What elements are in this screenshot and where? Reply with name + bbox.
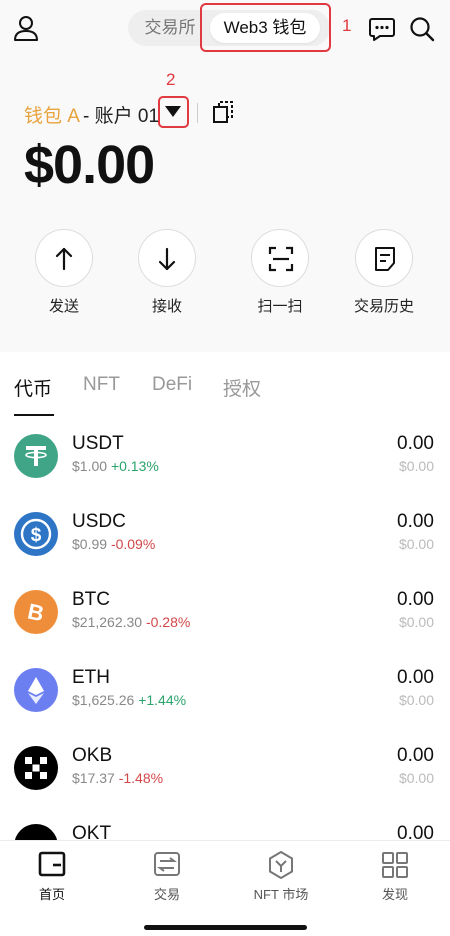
token-symbol[interactable]: OKB [72, 745, 112, 767]
svg-text:B: B [26, 599, 47, 627]
history-button[interactable] [355, 229, 413, 287]
wallet-icon [38, 851, 66, 877]
okb-logo-icon [14, 746, 58, 790]
token-usd-value: $0.00 [398, 692, 434, 708]
token-price-row: $21,262.30 -0.28% [72, 614, 190, 630]
home-indicator [144, 925, 307, 930]
bottom-nav: 首页 交易 NFT 市场 发现 [0, 840, 450, 936]
token-change: +0.13% [110, 458, 159, 474]
send-label: 发送 [48, 298, 79, 315]
usdc-logo-icon: $ [14, 512, 58, 556]
token-balance: 0.00 [397, 433, 434, 454]
nav-nft-label: NFT 市场 [253, 887, 309, 902]
token-price: $17.37 [72, 770, 115, 786]
history-icon [375, 247, 395, 271]
tab-defi[interactable]: DeFi [152, 374, 192, 396]
annotation-number-2: 2 [166, 70, 176, 89]
nav-home[interactable]: 首页 [7, 851, 97, 903]
history-label: 交易历史 [353, 298, 414, 315]
arrow-up-icon [55, 247, 73, 271]
token-price-row: $1,625.26 +1.44% [72, 692, 186, 708]
nav-discover[interactable]: 发现 [350, 851, 440, 903]
nav-trade[interactable]: 交易 [122, 851, 212, 903]
token-price: $0.99 [72, 536, 108, 552]
user-icon[interactable] [12, 14, 40, 42]
total-balance: $0.00 [24, 135, 155, 195]
svg-text:$: $ [31, 525, 42, 546]
token-balance: 0.00 [397, 667, 434, 688]
token-price: $21,262.30 [72, 614, 143, 630]
arrow-down-icon [158, 247, 176, 271]
nav-trade-label: 交易 [153, 887, 180, 902]
tab-exchange[interactable]: 交易所 [138, 10, 202, 46]
nav-discover-label: 发现 [381, 887, 408, 902]
nft-icon [269, 850, 293, 880]
token-symbol[interactable]: USDC [72, 511, 126, 533]
tab-nft[interactable]: NFT [83, 374, 120, 396]
trade-icon [154, 852, 180, 876]
grid-icon [382, 852, 408, 878]
token-price-row: $17.37 -1.48% [72, 770, 163, 786]
token-balance: 0.00 [397, 745, 434, 766]
chat-icon[interactable] [368, 15, 396, 43]
send-button[interactable] [35, 229, 93, 287]
search-icon[interactable] [408, 15, 436, 43]
dropdown-caret-icon[interactable] [165, 106, 181, 117]
btc-logo-icon: B [14, 590, 58, 634]
usdt-logo-icon [14, 434, 58, 478]
nav-home-label: 首页 [38, 887, 65, 902]
annotation-number-1: 1 [342, 16, 352, 35]
token-change: +1.44% [138, 692, 187, 708]
token-price: $1,625.26 [72, 692, 135, 708]
token-symbol[interactable]: BTC [72, 589, 110, 611]
token-symbol[interactable]: ETH [72, 667, 110, 689]
token-price-row: $0.99 -0.09% [72, 536, 155, 552]
token-price-row: $1.00 +0.13% [72, 458, 159, 474]
tab-approvals[interactable]: 授权 [223, 374, 261, 401]
receive-label: 接收 [151, 298, 182, 315]
token-usd-value: $0.00 [398, 458, 434, 474]
wallet-name[interactable]: 钱包 A [24, 101, 80, 128]
token-price: $1.00 [72, 458, 108, 474]
account-name[interactable]: - 账户 01 [83, 101, 159, 128]
token-usd-value: $0.00 [398, 536, 434, 552]
token-change: -0.28% [145, 614, 191, 630]
scan-label: 扫一扫 [257, 298, 303, 315]
nav-nft-market[interactable]: NFT 市场 [236, 850, 326, 903]
eth-logo-icon [14, 668, 58, 712]
token-usd-value: $0.00 [398, 770, 434, 786]
divider [197, 103, 198, 123]
token-change: -1.48% [118, 770, 164, 786]
scan-icon [268, 246, 294, 272]
token-change: -0.09% [110, 536, 156, 552]
token-balance: 0.00 [397, 511, 434, 532]
tab-tokens[interactable]: 代币 [14, 374, 52, 401]
token-symbol[interactable]: USDT [72, 433, 124, 455]
active-tab-indicator [14, 414, 54, 416]
token-usd-value: $0.00 [398, 614, 434, 630]
token-balance: 0.00 [397, 589, 434, 610]
copy-address-icon[interactable] [212, 100, 234, 124]
receive-button[interactable] [138, 229, 196, 287]
scan-button[interactable] [251, 229, 309, 287]
highlight-box-1 [200, 3, 331, 52]
